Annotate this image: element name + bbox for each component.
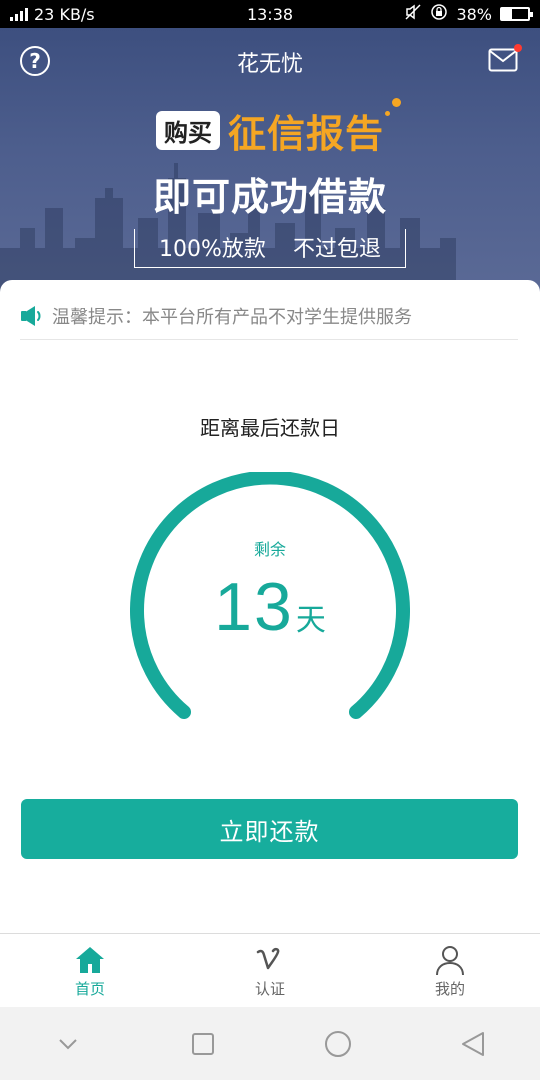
status-bar: 23 KB/s 13:38 38% — [0, 0, 540, 28]
status-left: 23 KB/s — [10, 5, 95, 24]
promo-features: 100%放款 不过包退 — [134, 229, 406, 268]
bottom-tab-bar: 首页 认证 我的 — [0, 933, 540, 1007]
countdown-label: 剩余 — [253, 540, 286, 559]
promo-block[interactable]: 购买 征信报告 即可成功借款 100%放款 不过包退 — [0, 103, 540, 268]
nav-collapse-button[interactable] — [48, 1024, 88, 1064]
promo-headline: 即可成功借款 — [152, 175, 387, 219]
unread-badge — [514, 44, 522, 52]
system-nav-bar — [0, 1007, 540, 1080]
chevron-down-icon — [58, 1038, 77, 1049]
verify-icon — [256, 947, 280, 970]
nav-recents-button[interactable] — [183, 1024, 223, 1064]
tab-home[interactable]: 首页 — [0, 934, 180, 1007]
battery-icon — [500, 7, 533, 21]
triangle-back-icon — [461, 1031, 484, 1056]
main-card: 温馨提示：本平台所有产品不对学生提供服务 距离最后还款日 剩余 13 天 立即还… — [0, 280, 540, 934]
promo-highlight: 征信报告 — [227, 112, 384, 156]
battery-fill — [502, 9, 512, 19]
network-speed: 23 KB/s — [34, 4, 95, 24]
notice-text: 温馨提示：本平台所有产品不对学生提供服务 — [52, 306, 412, 328]
tab-verify-label: 认证 — [254, 980, 285, 998]
tab-home-label: 首页 — [74, 980, 105, 998]
decoration-dot — [392, 98, 401, 107]
repay-button[interactable]: 立即还款 — [21, 799, 518, 859]
square-icon — [191, 1032, 214, 1055]
speaker-icon — [21, 305, 41, 326]
notice-bar: 温馨提示：本平台所有产品不对学生提供服务 — [20, 292, 518, 340]
page-title: 花无忧 — [236, 52, 303, 77]
countdown-title: 距离最后还款日 — [200, 416, 340, 440]
decoration-dot-small — [385, 111, 390, 116]
countdown-number: 13 — [214, 569, 294, 645]
person-icon — [436, 946, 464, 976]
promo-line1: 购买 征信报告 — [0, 103, 540, 158]
tab-verify[interactable]: 认证 — [180, 934, 360, 1007]
rotation-lock-icon — [430, 3, 448, 25]
tab-profile-label: 我的 — [434, 980, 465, 998]
signal-icon — [10, 7, 28, 21]
mail-icon[interactable] — [488, 48, 518, 72]
status-right: 38% — [404, 3, 533, 25]
mute-icon — [404, 4, 422, 24]
nav-back-button[interactable] — [453, 1024, 493, 1064]
tab-profile[interactable]: 我的 — [360, 934, 540, 1007]
buy-tag: 购买 — [155, 111, 220, 150]
promo-feature-2: 不过包退 — [292, 237, 381, 262]
countdown-unit: 天 — [295, 603, 326, 638]
header-banner: ? 花无忧 购买 征信报告 即可成功借款 100%放款 不过包退 — [0, 28, 540, 298]
countdown-value: 13 天 — [0, 568, 540, 646]
home-icon — [76, 947, 104, 973]
battery-percent: 38% — [456, 4, 492, 24]
promo-feature-1: 100%放款 — [159, 237, 266, 262]
circle-icon — [324, 1030, 351, 1057]
nav-home-button[interactable] — [318, 1024, 358, 1064]
